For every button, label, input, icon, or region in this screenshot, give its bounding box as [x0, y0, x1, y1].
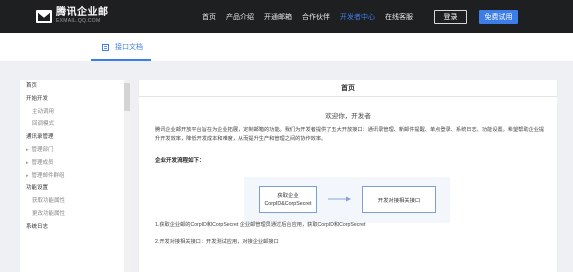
tab-api-docs[interactable]: 接口文档 [102, 33, 143, 61]
sidebar-item[interactable]: 主动调用 [20, 106, 130, 119]
sidebar-item[interactable]: 通讯录管理 [20, 131, 130, 144]
main-nav: 首页 产品介绍 开通邮箱 合作伙伴 开发者中心 在线客服 [202, 0, 423, 33]
sidebar-item[interactable]: 功能设置 [20, 182, 130, 195]
document-icon [102, 43, 109, 51]
active-tab-indicator [91, 59, 151, 61]
nav-home[interactable]: 首页 [202, 12, 216, 22]
intro-paragraph: 腾讯企业邮开放平台旨在为企业拓展，定制邮箱的功能。我们为开发者提供了五大开放接口… [155, 127, 545, 142]
sidebar-item[interactable]: 管理部门 [20, 144, 130, 157]
nav-developer-center[interactable]: 开发者中心 [340, 12, 375, 22]
doc-content: 首页 欢迎你，开发者 腾讯企业邮开放平台旨在为企业拓展，定制邮箱的功能。我们为开… [139, 80, 557, 272]
step-note-2: 2.开发对接相关接口：开发测试应用，对接企业邮接口 [155, 239, 279, 245]
flow-diagram: 获取企业 CorpID&CorpSecret 开发对接相关接口 [244, 177, 450, 223]
top-navbar: 腾讯企业邮 EXMAIL.QQ.COM 首页 产品介绍 开通邮箱 合作伙伴 开发… [0, 0, 573, 33]
sidebar-item[interactable]: 系统日志 [20, 221, 130, 234]
flow-step1-line2: CorpID&CorpSecret [264, 200, 312, 207]
step-note-1: 1.获取企业邮的CorpID和CorpSecret 企业邮管理员通过后台应用，获… [155, 222, 366, 228]
flow-step-integrate-api: 开发对接相关接口 [362, 186, 436, 213]
tab-api-docs-label: 接口文档 [115, 44, 143, 51]
sidebar-item[interactable]: 回调模式 [20, 118, 130, 131]
welcome-heading: 欢迎你，开发者 [325, 113, 371, 120]
sidebar-item[interactable]: 首页 [20, 80, 130, 93]
sidebar-item[interactable]: 更改功能属性 [20, 208, 130, 221]
sub-header: 接口文档 [0, 33, 573, 61]
sidebar-item[interactable]: 管理邮件群组 [20, 170, 130, 183]
sidebar-item[interactable]: 获取功能属性 [20, 195, 130, 208]
sidebar-scrollbar[interactable] [124, 80, 130, 272]
sidebar-item[interactable]: 开始开发 [20, 93, 130, 106]
mail-logo-icon [36, 9, 52, 23]
sidebar-item[interactable]: 管理成员 [20, 157, 130, 170]
flow-step1-line1: 获取企业 [277, 192, 299, 199]
login-button[interactable]: 登录 [434, 10, 467, 24]
logo-name: 腾讯企业邮 [56, 7, 109, 18]
page-title: 首页 [139, 80, 557, 97]
logo[interactable]: 腾讯企业邮 EXMAIL.QQ.COM [36, 8, 109, 24]
nav-product[interactable]: 产品介绍 [226, 12, 254, 22]
sidebar-scrollbar-thumb[interactable] [124, 83, 130, 111]
flow-step-get-credentials: 获取企业 CorpID&CorpSecret [259, 186, 317, 213]
nav-open-mailbox[interactable]: 开通邮箱 [264, 12, 292, 22]
nav-partners[interactable]: 合作伙伴 [302, 12, 330, 22]
flow-heading: 企业开发流程如下： [155, 158, 205, 164]
free-trial-button[interactable]: 免费试用 [479, 10, 518, 24]
flow-arrow-icon [328, 196, 351, 202]
nav-online-support[interactable]: 在线客服 [385, 12, 413, 22]
doc-sidebar: 首页开始开发主动调用回调模式通讯录管理管理部门管理成员管理邮件群组功能设置获取功… [20, 80, 130, 272]
logo-domain: EXMAIL.QQ.COM [56, 18, 101, 24]
